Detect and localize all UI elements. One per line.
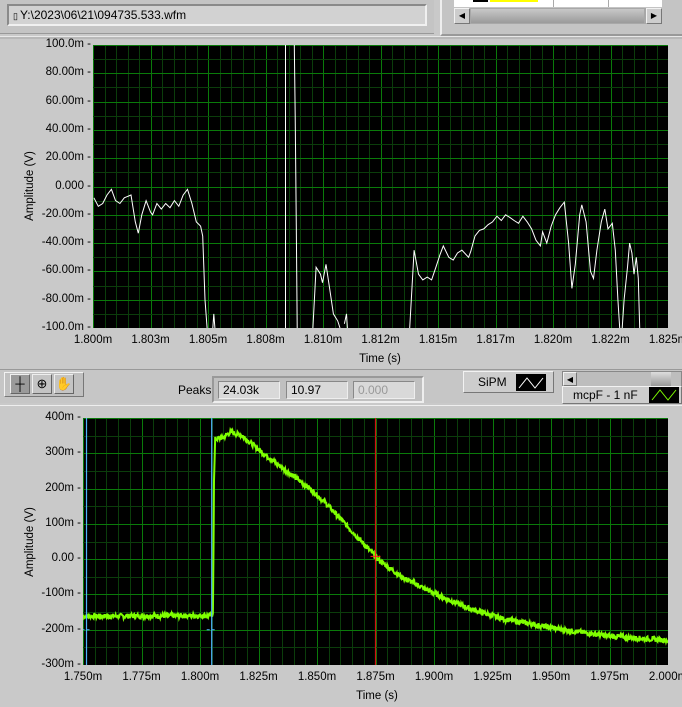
zoom-tool-icon[interactable]: ⊕ (32, 374, 52, 394)
legend-mcpf-label: mcpF - 1 nF (573, 388, 638, 402)
peaks-value-3: 0.000 (353, 381, 415, 399)
legend-sipm-label: SiPM (478, 375, 507, 389)
x-tick-label: 1.900m (414, 671, 454, 683)
y-tick-label: 0.00 - (51, 552, 81, 565)
table-cell-marker (473, 0, 488, 2)
y-tick-label: 60.00m - (45, 94, 91, 107)
legend-sipm-swatch-icon (516, 374, 546, 391)
column-divider (608, 0, 609, 7)
column-divider (553, 0, 554, 7)
graph-tools-palette: ┼ ⊕ ✋ (4, 372, 84, 397)
panel-divider (0, 36, 682, 39)
legend-scrollbar[interactable]: ◀ (562, 371, 682, 387)
x-tick-label: 1.975m (590, 671, 629, 683)
x-tick-label: 1.750m (63, 671, 103, 683)
x-tick-label: 1.800m (73, 334, 113, 346)
y-tick-label: -100.0m - (41, 321, 91, 333)
peaks-label: Peaks (178, 383, 212, 397)
y-tick-label: -100m - (41, 587, 81, 600)
file-path-field[interactable]: ▯ Y:\2023\06\21\094735.533.wfm (7, 4, 427, 26)
x-tick-label: 2.000m (648, 671, 682, 683)
x-tick-label: 1.817m (476, 334, 515, 346)
y-tick-label: 20.00m - (45, 151, 91, 164)
legend-mcpf-swatch-icon (649, 387, 679, 403)
path-icon: ▯ (13, 11, 18, 21)
bottom-plot-area[interactable] (83, 418, 668, 665)
top-plot-area[interactable] (93, 45, 668, 328)
x-tick-label: 1.815m (418, 334, 458, 346)
peaks-value-2[interactable]: 10.97 (286, 381, 348, 399)
y-tick-label: -200m - (41, 622, 81, 635)
y-tick-label: -20.00m - (41, 207, 91, 220)
x-tick-label: 1.822m (591, 334, 630, 346)
table-area[interactable] (454, 0, 662, 7)
y-tick-label: -60.00m - (41, 264, 91, 277)
x-tick-label: 1.803m (131, 334, 170, 346)
y-tick-label: 400m - (45, 411, 81, 423)
top-waveform-graph[interactable]: Amplitude (V) 100.0m -80.00m -60.00m -40… (0, 38, 682, 368)
y-tick-label: 80.00m - (45, 66, 91, 79)
x-tick-label: 1.808m (246, 334, 285, 346)
x-axis-label: Time (s) (359, 353, 401, 365)
x-tick-label: 1.812m (361, 334, 400, 346)
peaks-value-1[interactable]: 24.03k (218, 381, 280, 399)
y-tick-label: -80.00m - (41, 292, 91, 305)
y-tick-label: 300m - (45, 446, 81, 459)
x-tick-label: 1.810m (303, 334, 343, 346)
x-tick-label: 1.850m (297, 671, 337, 683)
x-tick-label: 1.950m (531, 671, 571, 683)
horizontal-scrollbar[interactable]: ◀ ▶ (454, 8, 662, 24)
table-panel: ◀ ▶ (440, 0, 682, 36)
file-path-value: Y:\2023\06\21\094735.533.wfm (19, 8, 187, 22)
x-tick-label: 1.820m (533, 334, 573, 346)
x-axis-label: Time (s) (356, 690, 398, 702)
x-tick-label: 1.805m (188, 334, 228, 346)
x-tick-label: 1.825m (648, 334, 682, 346)
x-tick-label: 1.825m (239, 671, 278, 683)
y-tick-label: 40.00m - (45, 122, 91, 135)
scroll-left-button[interactable]: ◀ (454, 8, 470, 24)
pan-hand-icon[interactable]: ✋ (54, 374, 74, 394)
scroll-thumb[interactable] (471, 9, 644, 23)
cursor-tool-icon[interactable]: ┼ (10, 374, 30, 394)
y-tick-label: 200m - (45, 481, 81, 494)
y-axis-label: Amplitude (V) (24, 507, 36, 577)
scroll-right-button[interactable]: ▶ (646, 8, 662, 24)
y-tick-label: -40.00m - (41, 236, 91, 249)
y-tick-label: 100m - (45, 516, 81, 529)
x-tick-label: 1.875m (356, 671, 395, 683)
legend-scroll-thumb[interactable] (651, 372, 671, 386)
legend-sipm[interactable]: SiPM (463, 371, 554, 393)
legend-scroll-left-button[interactable]: ◀ (563, 372, 577, 386)
y-tick-label: -300m - (41, 658, 81, 670)
y-tick-label: 0.000 - (55, 179, 91, 192)
table-cell-highlight (490, 0, 538, 2)
legend-mcpf[interactable]: mcpF - 1 nF (562, 386, 682, 404)
bottom-waveform-graph[interactable]: Amplitude (V) 400m - 300m - 200m - 100m - 0.… (0, 405, 682, 707)
y-tick-label: 100.0m - (45, 38, 91, 50)
x-tick-label: 1.800m (180, 671, 220, 683)
x-tick-label: 1.925m (473, 671, 512, 683)
x-tick-label: 1.775m (122, 671, 161, 683)
